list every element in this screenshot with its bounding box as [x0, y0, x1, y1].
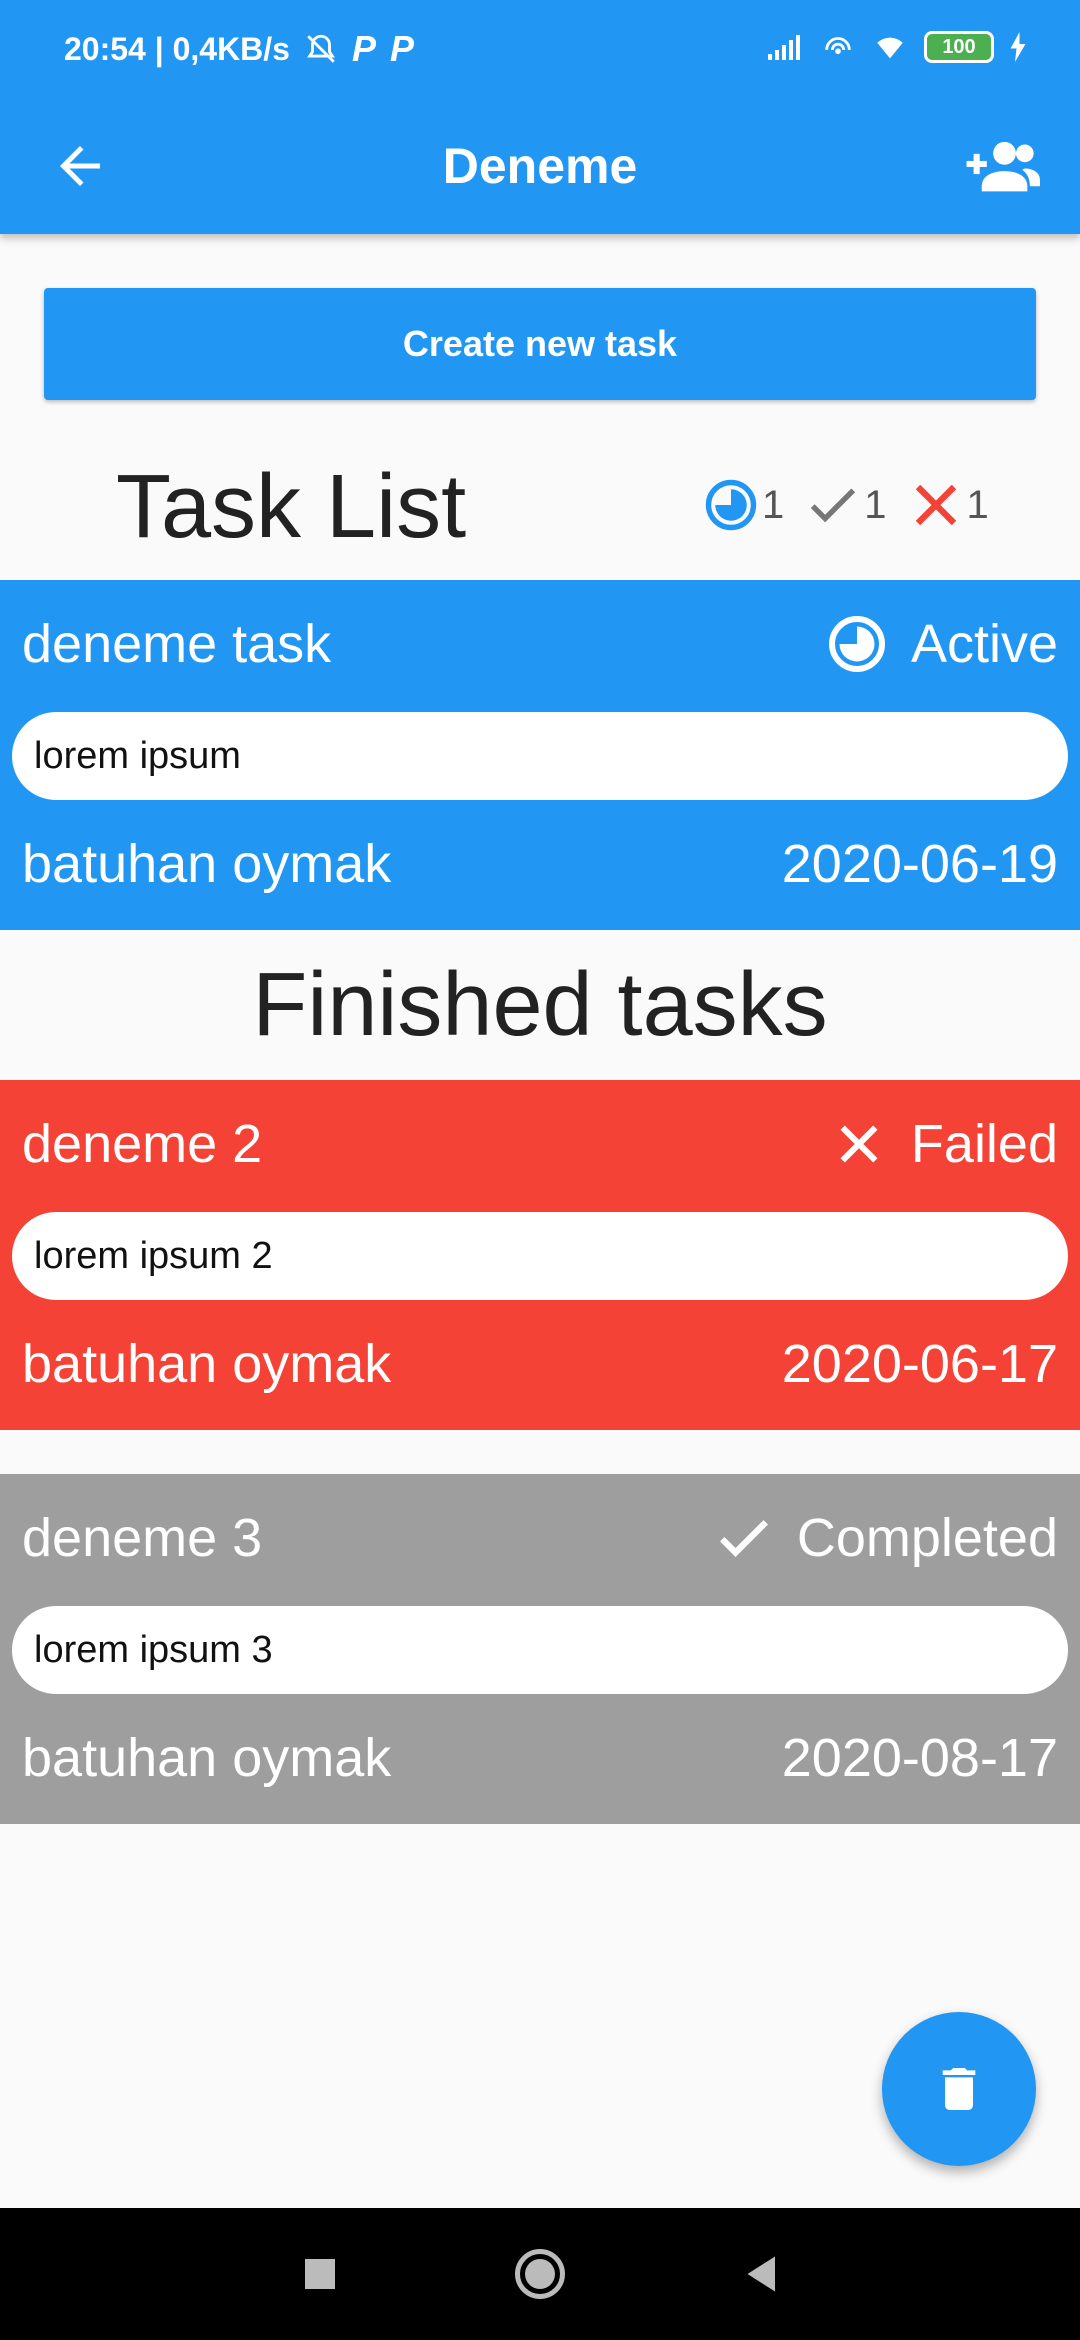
- charging-icon: [1010, 32, 1026, 62]
- task-description: lorem ipsum: [12, 712, 1068, 800]
- task-date: 2020-06-17: [781, 1334, 1058, 1394]
- check-icon: [811, 488, 856, 523]
- home-circle-icon[interactable]: [510, 2244, 570, 2304]
- task-status-label: Failed: [910, 1114, 1058, 1174]
- task-description: lorem ipsum 2: [12, 1212, 1068, 1300]
- status-p-icon-2: P: [389, 28, 414, 69]
- trash-icon: [942, 2068, 976, 2110]
- app-bar: Deneme: [0, 100, 1080, 234]
- task-counts: 1 1 1: [704, 478, 1007, 532]
- system-nav-bar: [0, 2208, 1080, 2340]
- task-date: 2020-08-17: [781, 1728, 1058, 1788]
- task-description: lorem ipsum 3: [12, 1606, 1068, 1694]
- task-list-title: Task List: [116, 457, 467, 557]
- close-icon: [915, 484, 956, 526]
- task-name: deneme task: [22, 614, 332, 674]
- back-triangle-icon[interactable]: [730, 2244, 790, 2304]
- task-author: batuhan oymak: [22, 1728, 392, 1788]
- check-icon: [719, 1520, 768, 1557]
- task-name: deneme 3: [22, 1508, 263, 1568]
- screen: 20:54 | 0,4KB/s P P 100 Deneme Create ne…: [0, 0, 1080, 2340]
- status-right: 100: [766, 30, 1028, 64]
- status-left: 20:54 | 0,4KB/s P P: [64, 28, 414, 70]
- mute-bell-icon: [306, 34, 335, 63]
- status-time-speed: 20:54 | 0,4KB/s: [64, 30, 290, 67]
- task-card[interactable]: deneme 2 Failed lorem ipsum 2 batuhan oy…: [0, 1080, 1080, 1430]
- task-status-label: Completed: [796, 1508, 1058, 1568]
- task-date: 2020-06-19: [781, 834, 1058, 894]
- task-status: Completed: [715, 1498, 1058, 1578]
- page-title: Deneme: [442, 138, 638, 194]
- completed-count: 1: [806, 478, 887, 532]
- status-p-icon-1: P: [351, 28, 376, 69]
- clock-pie-icon: [705, 479, 757, 531]
- create-new-task-button[interactable]: Create new task: [44, 288, 1036, 400]
- task-author: batuhan oymak: [22, 834, 392, 894]
- top-bar: 20:54 | 0,4KB/s P P 100 Deneme: [0, 0, 1080, 234]
- battery-icon: 100: [924, 31, 994, 63]
- failed-count: 1: [909, 478, 989, 532]
- status-bar: 20:54 | 0,4KB/s P P 100: [0, 0, 1080, 100]
- active-count-value: 1: [762, 482, 785, 527]
- task-card[interactable]: deneme task Active lorem ipsum batuhan o…: [0, 580, 1080, 930]
- hotspot-icon: [825, 37, 851, 55]
- failed-count-value: 1: [966, 482, 989, 527]
- task-status: Failed: [831, 1104, 1058, 1184]
- close-icon: [840, 1125, 878, 1163]
- completed-count-value: 1: [864, 482, 887, 527]
- recents-square-icon[interactable]: [290, 2244, 350, 2304]
- wifi-icon: [877, 37, 903, 59]
- task-name: deneme 2: [22, 1114, 263, 1174]
- add-user-icon[interactable]: [964, 134, 1040, 198]
- delete-fab-button[interactable]: [882, 2012, 1036, 2166]
- signal-icon: [768, 35, 800, 60]
- task-status-label: Active: [910, 614, 1058, 674]
- task-card[interactable]: deneme 3 Completed lorem ipsum 3 batuhan…: [0, 1474, 1080, 1824]
- clock-pie-icon: [828, 616, 885, 672]
- active-count: 1: [704, 478, 784, 532]
- task-status: Active: [827, 604, 1058, 684]
- finished-tasks-title: Finished tasks: [252, 955, 828, 1055]
- task-author: batuhan oymak: [22, 1334, 392, 1394]
